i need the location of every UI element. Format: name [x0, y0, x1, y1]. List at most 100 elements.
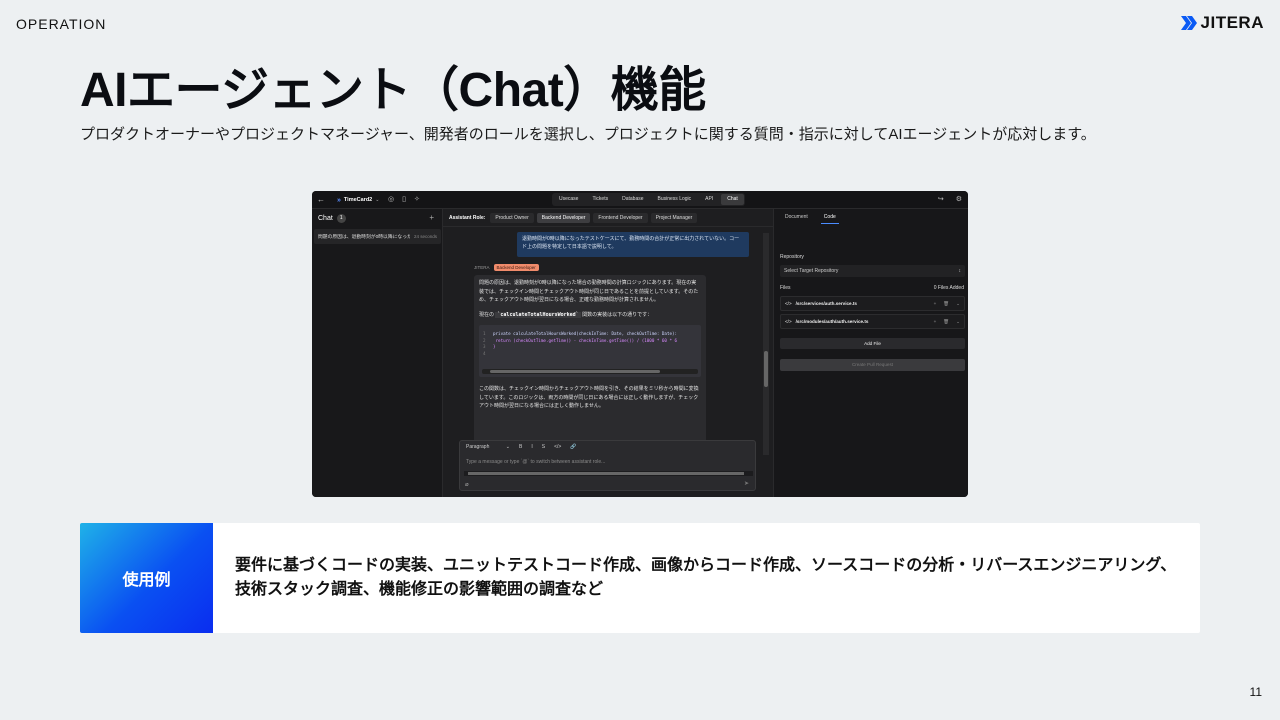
project-selector[interactable]: » TimeCard2 ⌄ [334, 194, 382, 206]
file-path: /src/modules/auth/auth.service.ts [795, 319, 869, 324]
share-icon[interactable]: ↪ [938, 195, 944, 203]
create-pull-request-button[interactable]: Create Pull Request [780, 359, 965, 371]
sidebar-chat-item[interactable]: 問題の原因は、退勤時刻が0時以降になった... 24 seconds [314, 229, 441, 244]
files-added-count: 0 Files Added [933, 285, 964, 291]
trash-icon[interactable]: 🗑 [943, 301, 949, 307]
select-arrows-icon: ↕ [958, 268, 962, 274]
para2-suffix: 関数の実装は以下の通りです： [582, 311, 653, 318]
tab-document[interactable]: Document [782, 213, 811, 224]
assistant-paragraph-3: この関数は、チェックイン時間からチェックアウト時間を引き、その結果をミリ秒から時… [479, 386, 699, 409]
deploy-icon[interactable]: ⚙ [956, 195, 962, 203]
add-icon[interactable]: + [934, 319, 937, 325]
code-scrollbar[interactable] [482, 369, 698, 374]
jitera-logo: JITERA [1180, 13, 1264, 33]
chat-item-title: 問題の原因は、退勤時刻が0時以降になった... [318, 235, 410, 240]
topbar-icons: ◎ ▯ ✧ [388, 195, 420, 203]
role-product-owner[interactable]: Product Owner [490, 212, 534, 223]
tab-business-logic[interactable]: Business Logic [652, 194, 698, 205]
app-topbar: ← » TimeCard2 ⌄ ◎ ▯ ✧ Usecase Tickets Da… [312, 191, 968, 209]
tab-chat[interactable]: Chat [721, 194, 744, 205]
chevron-down-icon[interactable]: ⌄ [956, 301, 960, 307]
file-actions: + 🗑 ⌄ [934, 319, 960, 325]
bot-name: JITERA [474, 265, 490, 270]
logo-text: JITERA [1200, 13, 1264, 32]
panel-tabs: Document Code [782, 213, 839, 224]
chevron-down-icon: ⌄ [375, 197, 380, 203]
user-message: 退勤時間が0時以降になったテストケースにて、勤務時間の合計が正常に出力されていな… [517, 232, 749, 257]
tab-tickets[interactable]: Tickets [586, 194, 614, 205]
scroll-thumb[interactable] [490, 370, 660, 373]
code-panel: Document Code Repository Select Target R… [773, 209, 968, 497]
jitera-logo-icon [1180, 16, 1197, 30]
back-arrow-icon[interactable]: ← [317, 195, 325, 204]
nav-tabs: Usecase Tickets Database Business Logic … [552, 193, 745, 206]
file-actions: + 🗑 ⌄ [934, 301, 960, 307]
document-icon[interactable]: ▯ [402, 195, 406, 203]
tab-code[interactable]: Code [820, 213, 839, 224]
assistant-role-label: Assistant Role: [449, 214, 486, 221]
repository-label: Repository [780, 254, 804, 260]
scroll-thumb[interactable] [764, 351, 768, 387]
usecase-card: 使用例 要件に基づくコードの実装、ユニットテストコード作成、画像からコード作成、… [80, 523, 1200, 633]
para2-prefix: 現在の [479, 311, 495, 318]
italic-icon[interactable]: I [531, 444, 532, 450]
topbar-actions: ↪ ⚙ [938, 195, 962, 203]
add-file-button[interactable]: Add File [780, 338, 965, 349]
format-toolbar: Paragraph ⌄ B I S </> 🔗 [466, 444, 577, 450]
file-row[interactable]: </> /src/modules/auth/auth.service.ts + … [780, 314, 965, 329]
tab-usecase[interactable]: Usecase [553, 194, 584, 205]
trash-icon[interactable]: 🗑 [943, 319, 949, 325]
github-icon[interactable]: ◎ [388, 195, 394, 203]
link-icon[interactable]: 🔗 [570, 444, 576, 450]
usecase-label: 使用例 [122, 572, 171, 589]
project-logo-icon: » [337, 196, 341, 204]
strikethrough-icon[interactable]: S [542, 444, 545, 450]
assistant-paragraph-1: 問題の原因は、退勤時刻が0時以降になった場合の勤務時間の計算ロジックにあります。… [479, 280, 699, 303]
bot-role-badge: Backend Developer [493, 264, 539, 271]
page-subtitle: プロダクトオーナーやプロジェクトマネージャー、開発者のロールを選択し、プロジェク… [80, 126, 1096, 143]
role-project-manager[interactable]: Project Manager [650, 212, 698, 223]
paragraph-select[interactable]: Paragraph ⌄ [466, 444, 510, 450]
usecase-label-box: 使用例 [80, 523, 213, 633]
assistant-paragraph-2: 現在の `calculateTotalHoursWorked` 関数の実装は以下… [479, 311, 701, 320]
chat-sidebar: Chat 1 + 問題の原因は、退勤時刻が0時以降になった... 24 seco… [312, 209, 443, 497]
sidebar-header: Chat 1 [318, 214, 346, 223]
send-icon[interactable]: ➤ [744, 480, 749, 487]
scroll-thumb[interactable] [468, 472, 744, 475]
repository-select[interactable]: Select Target Repository ↕ [780, 265, 965, 277]
code-line: 4 [483, 350, 486, 356]
chat-scrollbar[interactable] [763, 233, 769, 455]
composer-scrollbar[interactable] [464, 471, 753, 476]
code-file-icon: </> [785, 301, 792, 306]
add-icon[interactable]: + [934, 301, 937, 307]
files-label: Files [780, 285, 791, 291]
attach-icon[interactable]: ⌀ [465, 481, 469, 488]
message-input[interactable]: Type a message or type `@` to switch bet… [466, 459, 605, 465]
section-tag: OPERATION [16, 16, 107, 32]
file-path: /src/services/auth.service.ts [795, 301, 857, 306]
bold-icon[interactable]: B [519, 444, 522, 450]
tab-api[interactable]: API [699, 194, 719, 205]
project-name: TimeCard2 [343, 197, 373, 203]
role-frontend-developer[interactable]: Frontend Developer [593, 212, 648, 223]
message-composer: Paragraph ⌄ B I S </> 🔗 Type a message or… [459, 440, 756, 491]
page-number: 11 [1249, 685, 1262, 699]
tab-database[interactable]: Database [616, 194, 649, 205]
page-title: AIエージェント（Chat）機能 [80, 64, 706, 117]
bot-meta: JITERA Backend Developer [474, 264, 539, 271]
code-block: 1 private calculateTotalHoursWorked(check… [479, 325, 701, 377]
chevron-down-icon[interactable]: ⌄ [956, 319, 960, 325]
chevron-down-icon: ⌄ [505, 444, 510, 450]
code-file-icon: </> [785, 319, 792, 324]
add-chat-icon[interactable]: + [429, 213, 434, 222]
usecase-text: 要件に基づくコードの実装、ユニットテストコード作成、画像からコード作成、ソースコ… [235, 557, 1177, 598]
file-row[interactable]: </> /src/services/auth.service.ts + 🗑 ⌄ [780, 296, 965, 311]
assistant-role-bar: Assistant Role: Product Owner Backend De… [443, 209, 773, 227]
chat-panel: Assistant Role: Product Owner Backend De… [443, 209, 773, 497]
code-icon[interactable]: </> [554, 444, 561, 450]
sidebar-title: Chat [318, 215, 333, 222]
magic-wand-icon[interactable]: ✧ [414, 195, 420, 203]
role-backend-developer[interactable]: Backend Developer [536, 212, 591, 223]
app-screenshot: ← » TimeCard2 ⌄ ◎ ▯ ✧ Usecase Tickets Da… [312, 191, 968, 497]
code-line: 2 return (checkOutTime.getTime() - check… [483, 337, 678, 343]
